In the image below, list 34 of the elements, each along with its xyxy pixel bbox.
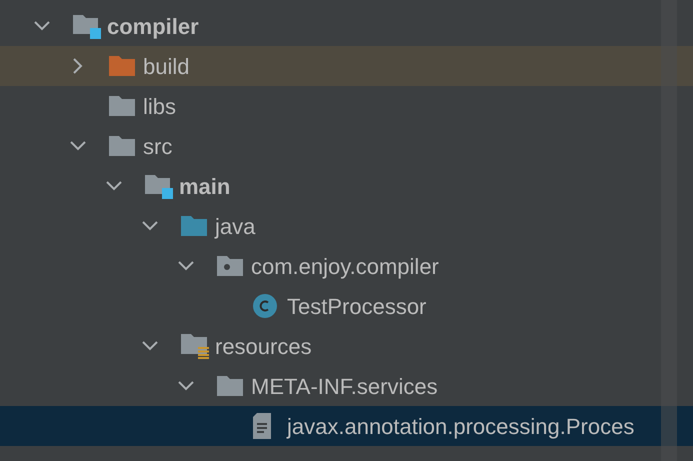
folder-icon — [216, 375, 244, 397]
tree-row[interactable]: java — [0, 206, 693, 246]
tree-row[interactable]: src — [0, 126, 693, 166]
tree-item-label: src — [143, 132, 172, 160]
package-folder-icon — [216, 255, 244, 277]
tree-row[interactable]: main — [0, 166, 693, 206]
folder-icon — [108, 95, 136, 117]
tree-row[interactable]: resources — [0, 326, 693, 366]
tree-item-label: javax.annotation.processing.Proces — [287, 412, 634, 441]
tree-row[interactable]: libs — [0, 86, 693, 126]
folder-icon — [180, 215, 208, 237]
module-folder-icon — [144, 173, 174, 199]
tree-row[interactable]: TestProcessor — [0, 286, 693, 326]
file-icon — [252, 412, 272, 440]
tree-item-label: java — [215, 212, 256, 241]
module-folder-icon — [72, 13, 102, 39]
tree-row[interactable]: com.enjoy.compiler — [0, 246, 693, 286]
tree-item-label: build — [143, 52, 190, 80]
tree-row[interactable]: javax.annotation.processing.Proces — [0, 406, 693, 446]
tree-item-label: libs — [143, 92, 176, 120]
tree-item-label: TestProcessor — [287, 292, 426, 320]
resources-folder-icon — [180, 333, 210, 359]
tree-item-label: resources — [215, 332, 312, 360]
folder-icon — [108, 135, 136, 157]
folder-icon — [108, 55, 136, 77]
tree-row[interactable]: META-INF.services — [0, 366, 693, 406]
tree-item-label: compiler — [107, 12, 199, 41]
tree-row[interactable]: build — [0, 46, 693, 86]
scrollbar[interactable] — [661, 0, 677, 461]
tree-item-label: main — [179, 172, 230, 200]
tree-row[interactable]: compiler — [0, 6, 693, 46]
tree-item-label: com.enjoy.compiler — [251, 252, 439, 281]
tree-item-label: META-INF.services — [251, 372, 438, 400]
class-icon — [252, 293, 278, 319]
